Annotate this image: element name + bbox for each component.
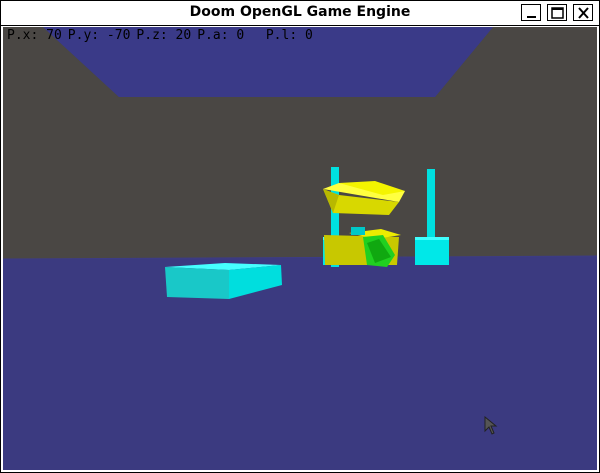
- title-bar[interactable]: Doom OpenGL Game Engine: [1, 1, 599, 26]
- close-button[interactable]: [573, 4, 593, 21]
- game-window: Doom OpenGL Game Engine P.x: 70 P.y: -70…: [0, 0, 600, 473]
- mouse-cursor-icon: [484, 416, 498, 435]
- hud-py: P.y: -70: [67, 28, 131, 43]
- minimize-icon: [527, 16, 536, 18]
- maximize-button[interactable]: [547, 4, 567, 21]
- hud-pa: P.a: 0: [197, 28, 245, 43]
- minimize-button[interactable]: [521, 4, 541, 21]
- close-icon: [578, 7, 589, 19]
- maximize-icon: [551, 7, 564, 19]
- game-scene: [3, 27, 597, 470]
- hud-px: P.x: 70: [7, 28, 62, 43]
- player-hud: P.x: 70 P.y: -70 P.z: 20 P.a: 0 P.l: 0: [7, 28, 319, 43]
- hud-pz: P.z: 20: [136, 28, 192, 43]
- window-title: Doom OpenGL Game Engine: [189, 4, 411, 20]
- game-viewport[interactable]: P.x: 70 P.y: -70 P.z: 20 P.a: 0 P.l: 0: [3, 27, 597, 470]
- hud-pl: P.l: 0: [265, 28, 313, 43]
